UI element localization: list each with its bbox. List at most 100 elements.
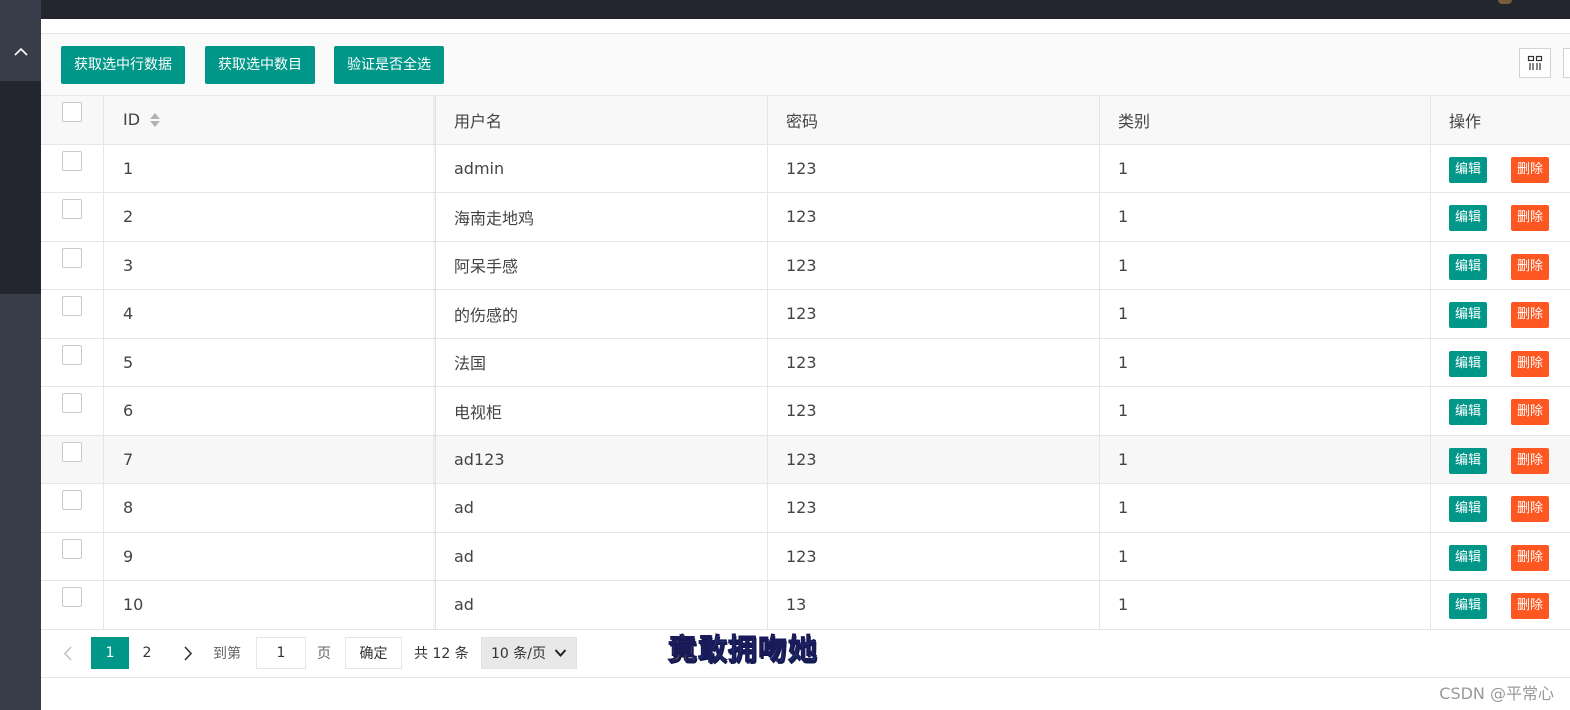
cell-id: 9 [103, 532, 435, 580]
page-1-button[interactable]: 1 [91, 637, 129, 669]
cell-category: 1 [1099, 144, 1430, 192]
edit-button[interactable]: 编辑 [1449, 544, 1488, 571]
column-filter-icon [1527, 55, 1543, 70]
total-count-label: 共 12 条 [414, 646, 469, 662]
table-row[interactable]: 2 海南走地鸡 123 1 编辑 删除 [41, 193, 1570, 242]
cell-id: 1 [103, 144, 435, 192]
edit-button[interactable]: 编辑 [1449, 593, 1488, 619]
cell-username: ad123 [435, 435, 767, 483]
edit-button[interactable]: 编辑 [1449, 253, 1488, 280]
cell-username: 海南走地鸡 [435, 193, 767, 241]
main-content: 获取选中行数据 获取选中数目 验证是否全选 ID 用户名 密码 类别 操作 1 … [41, 19, 1570, 710]
cell-password: 123 [767, 435, 1099, 483]
cell-username: 电视柜 [435, 387, 767, 435]
cell-id: 8 [103, 484, 435, 532]
edit-button[interactable]: 编辑 [1449, 156, 1488, 183]
delete-button[interactable]: 删除 [1511, 253, 1550, 280]
column-header-id[interactable]: ID [103, 96, 435, 144]
sort-icon[interactable] [150, 112, 161, 127]
chevron-down-icon [554, 649, 567, 657]
row-checkbox[interactable] [62, 247, 82, 268]
table-toolbar: 获取选中行数据 获取选中数目 验证是否全选 [41, 33, 1570, 96]
row-checkbox[interactable] [62, 441, 82, 462]
table-row[interactable]: 8 ad 123 1 编辑 删除 [41, 484, 1570, 533]
table-row[interactable]: 4 的伤感的 123 1 编辑 删除 [41, 290, 1570, 339]
video-caption-overlay: 竟敢拥吻她 [667, 632, 819, 667]
sidebar-collapse-toggle[interactable] [0, 37, 41, 65]
cell-category: 1 [1099, 532, 1430, 580]
delete-button[interactable]: 删除 [1511, 350, 1550, 377]
edit-button[interactable]: 编辑 [1449, 496, 1488, 522]
table-row[interactable]: 10 ad 13 1 编辑 删除 [41, 581, 1570, 630]
cell-category: 1 [1099, 435, 1430, 483]
edit-button[interactable]: 编辑 [1449, 205, 1488, 231]
cell-username: 法国 [435, 338, 767, 386]
cell-id: 6 [103, 387, 435, 435]
top-navbar [0, 0, 1570, 19]
row-checkbox[interactable] [62, 344, 82, 365]
delete-button[interactable]: 删除 [1511, 399, 1550, 425]
sidebar [0, 0, 41, 710]
edit-button[interactable]: 编辑 [1449, 447, 1488, 474]
get-selected-rows-button[interactable]: 获取选中行数据 [61, 46, 185, 84]
table-row[interactable]: 5 法国 123 1 编辑 删除 [41, 338, 1570, 387]
delete-button[interactable]: 删除 [1511, 447, 1550, 474]
cell-password: 123 [767, 387, 1099, 435]
cell-username: ad [435, 581, 767, 629]
get-selected-count-button[interactable]: 获取选中数目 [205, 46, 315, 84]
cell-username: 阿呆手感 [435, 241, 767, 289]
chevron-right-icon [183, 645, 192, 661]
column-header-username: 用户名 [435, 96, 767, 144]
delete-button[interactable]: 删除 [1511, 205, 1550, 231]
column-header-actions: 操作 [1430, 96, 1570, 144]
cell-id: 2 [103, 193, 435, 241]
cell-password: 123 [767, 290, 1099, 338]
row-checkbox[interactable] [62, 490, 82, 510]
csdn-watermark: CSDN @平常心 [1439, 684, 1554, 703]
edit-button[interactable]: 编辑 [1449, 302, 1488, 328]
row-checkbox[interactable] [62, 150, 82, 171]
delete-button[interactable]: 删除 [1511, 156, 1550, 183]
row-checkbox[interactable] [62, 296, 82, 316]
cell-username: admin [435, 144, 767, 192]
cell-password: 123 [767, 144, 1099, 192]
edit-button[interactable]: 编辑 [1449, 350, 1488, 377]
select-all-checkbox[interactable] [62, 102, 82, 122]
page-size-select[interactable]: 10 条/页 [481, 637, 577, 669]
goto-confirm-button[interactable]: 确定 [345, 637, 402, 669]
table-row[interactable]: 7 ad123 123 1 编辑 删除 [41, 435, 1570, 484]
table-row[interactable]: 6 电视柜 123 1 编辑 删除 [41, 387, 1570, 436]
cell-username: 的伤感的 [435, 290, 767, 338]
check-all-selected-button[interactable]: 验证是否全选 [334, 46, 444, 84]
next-page-button[interactable] [173, 637, 203, 669]
table-row[interactable]: 3 阿呆手感 123 1 编辑 删除 [41, 241, 1570, 290]
goto-page-input[interactable] [256, 637, 306, 669]
column-filter-button[interactable] [1519, 48, 1551, 78]
row-checkbox[interactable] [62, 587, 82, 607]
sidebar-menu [0, 81, 41, 294]
delete-button[interactable]: 删除 [1511, 544, 1550, 571]
export-button[interactable] [1563, 48, 1570, 78]
user-avatar-fragment[interactable] [1498, 0, 1512, 4]
row-checkbox[interactable] [62, 199, 82, 219]
cell-id: 5 [103, 338, 435, 386]
delete-button[interactable]: 删除 [1511, 593, 1550, 619]
table-row[interactable]: 1 admin 123 1 编辑 删除 [41, 144, 1570, 193]
cell-category: 1 [1099, 387, 1430, 435]
delete-button[interactable]: 删除 [1511, 302, 1550, 328]
prev-page-button[interactable] [52, 637, 82, 669]
delete-button[interactable]: 删除 [1511, 496, 1550, 522]
page-2-button[interactable]: 2 [128, 637, 166, 669]
cell-password: 123 [767, 338, 1099, 386]
table-row[interactable]: 9 ad 123 1 编辑 删除 [41, 532, 1570, 581]
edit-button[interactable]: 编辑 [1449, 399, 1488, 425]
row-checkbox[interactable] [62, 393, 82, 413]
cell-category: 1 [1099, 241, 1430, 289]
cell-password: 123 [767, 484, 1099, 532]
cell-category: 1 [1099, 484, 1430, 532]
row-checkbox[interactable] [62, 538, 82, 559]
cell-id: 10 [103, 581, 435, 629]
cell-password: 123 [767, 532, 1099, 580]
goto-prefix-label: 到第 [213, 646, 241, 662]
cell-username: ad [435, 532, 767, 580]
